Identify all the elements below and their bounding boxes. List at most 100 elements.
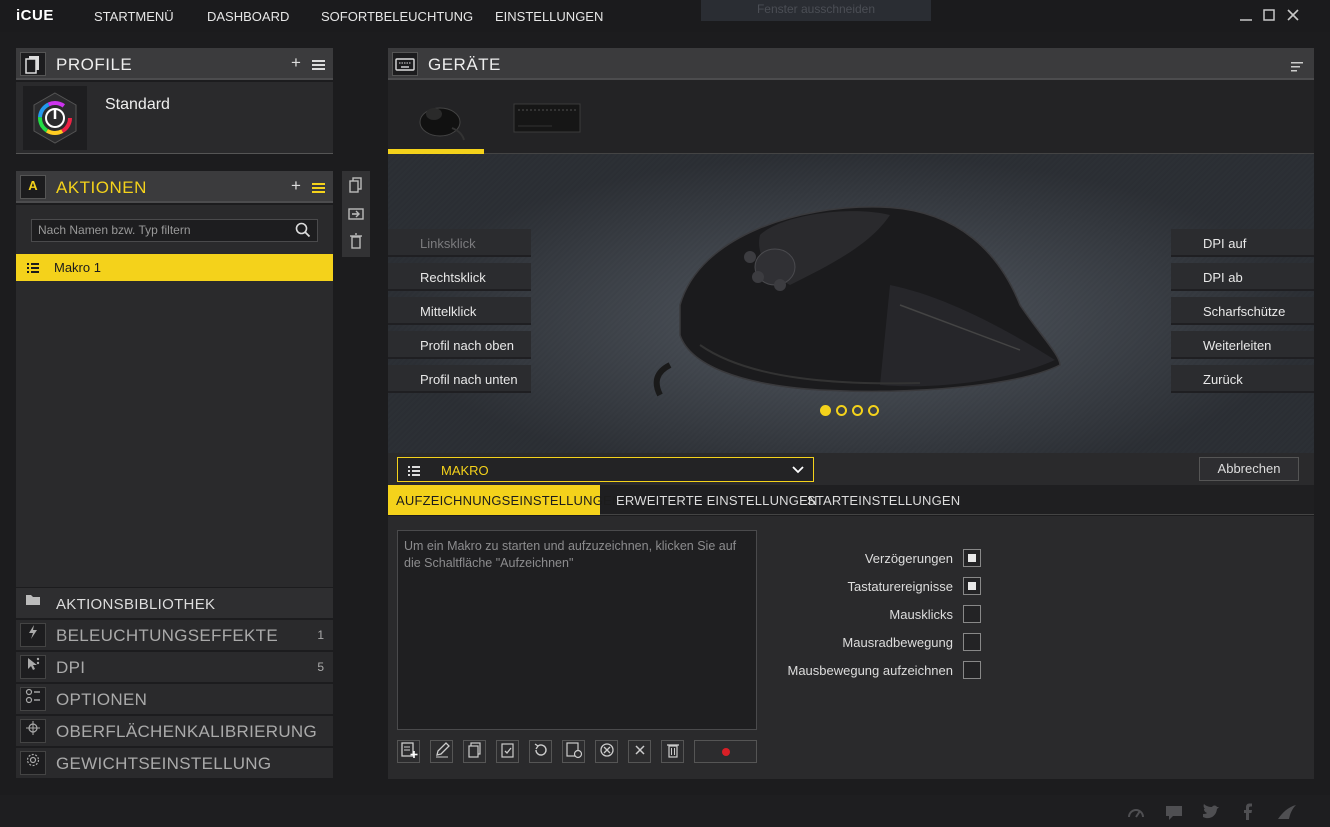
- library-label: DPI: [56, 658, 86, 677]
- action-type-dropdown[interactable]: MAKRO: [397, 457, 814, 482]
- macro-list-icon: [408, 466, 420, 476]
- app-logo: iCUE: [16, 7, 54, 24]
- paste-icon[interactable]: [496, 740, 519, 763]
- library-row-options[interactable]: OPTIONEN: [16, 684, 333, 715]
- profile-icon: [20, 52, 46, 76]
- library-label: GEWICHTSEINSTELLUNG: [56, 754, 272, 773]
- nav-instant-lighting[interactable]: SOFORTBELEUCHTUNG: [321, 9, 473, 24]
- search-icon[interactable]: [295, 222, 311, 238]
- mouse-button-sniper[interactable]: Scharfschütze: [1171, 297, 1314, 325]
- mouse-button-dpi-down[interactable]: DPI ab: [1171, 263, 1314, 291]
- remove-delays-icon[interactable]: [595, 740, 618, 763]
- macro-list-icon: [27, 263, 39, 273]
- copy-icon[interactable]: [348, 177, 364, 193]
- mouse-button-dpi-up[interactable]: DPI auf: [1171, 229, 1314, 257]
- pager-dot-2[interactable]: [836, 405, 847, 416]
- profile-header: PROFILE +: [16, 48, 333, 80]
- library-label: OBERFLÄCHENKALIBRIERUNG: [56, 722, 318, 741]
- export-icon[interactable]: [348, 205, 364, 221]
- option-scroll-wheel-label: Mausradbewegung: [842, 635, 953, 650]
- add-action-icon[interactable]: +: [291, 176, 301, 196]
- maximize-icon[interactable]: [1260, 6, 1278, 24]
- library-label: BELEUCHTUNGSEFFEKTE: [56, 626, 279, 645]
- pager-dot-3[interactable]: [852, 405, 863, 416]
- edit-icon[interactable]: [430, 740, 453, 763]
- library-label: OPTIONEN: [56, 690, 148, 709]
- profile-menu-icon[interactable]: [312, 56, 326, 76]
- option-scroll-wheel-checkbox[interactable]: [963, 633, 981, 651]
- trash-icon[interactable]: [661, 740, 684, 763]
- hub-device-thumbnail[interactable]: [512, 100, 582, 136]
- close-icon[interactable]: [1284, 6, 1302, 24]
- pager-dot-1[interactable]: [820, 405, 831, 416]
- mouse-button-back[interactable]: Zurück: [1171, 365, 1314, 393]
- option-keyboard-events-checkbox[interactable]: [963, 577, 981, 595]
- hub-icon[interactable]: [1126, 803, 1146, 821]
- nav-startmenu[interactable]: STARTMENÜ: [94, 9, 174, 24]
- option-keyboard-events-label: Tastaturereignisse: [847, 579, 954, 594]
- library-row-dpi[interactable]: DPI 5: [16, 652, 333, 683]
- tab-recording-settings[interactable]: AUFZEICHNUNGSEINSTELLUNGEN: [388, 485, 621, 515]
- dpi-cursor-icon: [20, 655, 46, 679]
- action-filter-input[interactable]: Nach Namen bzw. Typ filtern: [31, 219, 318, 242]
- insert-delay-icon[interactable]: [562, 740, 585, 763]
- library-count: 5: [317, 660, 324, 674]
- option-mouse-movement-checkbox[interactable]: [963, 661, 981, 679]
- add-event-icon[interactable]: [397, 740, 420, 763]
- lightning-icon: [20, 623, 46, 647]
- device-selector: [388, 80, 1314, 154]
- profile-name: Standard: [105, 96, 170, 113]
- mouse-button-profile-up[interactable]: Profil nach oben: [388, 331, 531, 359]
- minimize-icon[interactable]: [1237, 6, 1255, 24]
- mouse-button-middle-click[interactable]: Mittelklick: [388, 297, 531, 325]
- undo-icon[interactable]: [529, 740, 552, 763]
- library-row-surface-calibration[interactable]: OBERFLÄCHENKALIBRIERUNG: [16, 716, 333, 747]
- corsair-logo-icon[interactable]: [1277, 803, 1297, 821]
- option-delays-checkbox[interactable]: [963, 549, 981, 567]
- add-profile-icon[interactable]: +: [291, 53, 301, 73]
- options-icon: [20, 687, 46, 711]
- option-mouse-clicks-label: Mausklicks: [889, 607, 953, 622]
- delete-icon[interactable]: [348, 233, 364, 249]
- nav-settings[interactable]: EINSTELLUNGEN: [495, 9, 603, 24]
- devices-menu-icon[interactable]: [1291, 58, 1304, 78]
- mouse-button-left-click[interactable]: Linksklick: [388, 229, 531, 257]
- profile-logo-icon: [23, 86, 87, 150]
- chevron-down-icon: [792, 466, 804, 474]
- library-row-lighting-effects[interactable]: BELEUCHTUNGSEFFEKTE 1: [16, 620, 333, 651]
- mouse-button-profile-down[interactable]: Profil nach unten: [388, 365, 531, 393]
- snip-window-label[interactable]: Fenster ausschneiden: [701, 0, 931, 21]
- chat-icon[interactable]: [1164, 803, 1184, 821]
- profile-title: PROFILE: [56, 55, 133, 74]
- nav-dashboard[interactable]: DASHBOARD: [207, 9, 289, 24]
- actions-menu-icon[interactable]: [312, 179, 326, 199]
- mouse-image: [640, 195, 1080, 420]
- option-mouse-clicks-checkbox[interactable]: [963, 605, 981, 623]
- keyboard-icon: [392, 52, 418, 76]
- macro-settings-tabs: AUFZEICHNUNGSEINSTELLUNGEN ERWEITERTE EI…: [388, 485, 1314, 515]
- tab-advanced-settings[interactable]: ERWEITERTE EINSTELLUNGEN: [608, 485, 826, 515]
- mouse-device-thumbnail[interactable]: [412, 92, 466, 144]
- close-event-icon[interactable]: [628, 740, 651, 763]
- facebook-icon[interactable]: [1238, 803, 1258, 821]
- macro-recording-area[interactable]: Um ein Makro zu starten und aufzuzeichne…: [397, 530, 757, 730]
- library-label: AKTIONSBIBLIOTHEK: [56, 596, 216, 613]
- record-icon: [722, 748, 730, 756]
- library-row-action-library[interactable]: AKTIONSBIBLIOTHEK: [16, 588, 333, 619]
- tab-start-settings[interactable]: STARTEINSTELLUNGEN: [799, 485, 968, 515]
- action-side-toolbar: [342, 171, 370, 257]
- duplicate-icon[interactable]: [463, 740, 486, 763]
- actions-title: AKTIONEN: [56, 178, 147, 197]
- actions-header: A AKTIONEN +: [16, 171, 333, 203]
- library-count: 1: [317, 628, 324, 642]
- pager-dot-4[interactable]: [868, 405, 879, 416]
- library-row-weight-tuning[interactable]: GEWICHTSEINSTELLUNG: [16, 748, 333, 779]
- profile-item[interactable]: Standard: [16, 82, 333, 154]
- calibration-icon: [20, 719, 46, 743]
- list-item[interactable]: Makro 1: [16, 254, 333, 281]
- mouse-button-forward[interactable]: Weiterleiten: [1171, 331, 1314, 359]
- cancel-button[interactable]: Abbrechen: [1199, 457, 1299, 481]
- mouse-button-right-click[interactable]: Rechtsklick: [388, 263, 531, 291]
- twitter-icon[interactable]: [1201, 803, 1221, 821]
- record-button[interactable]: [694, 740, 757, 763]
